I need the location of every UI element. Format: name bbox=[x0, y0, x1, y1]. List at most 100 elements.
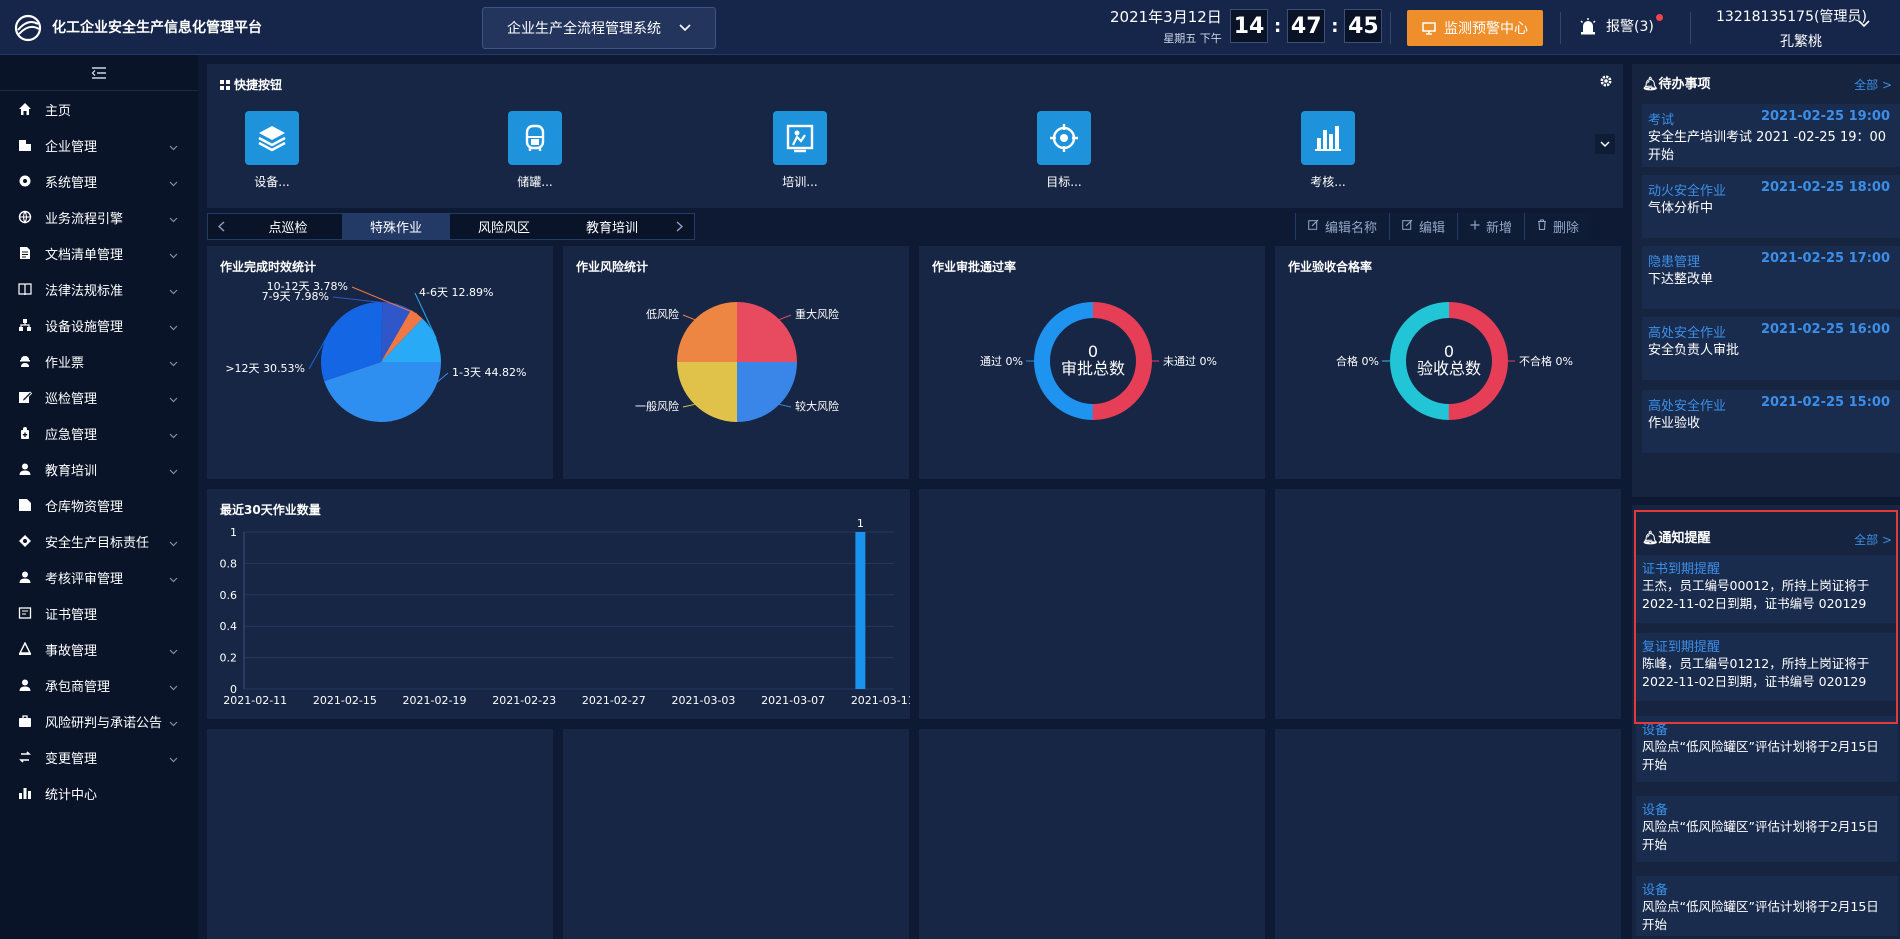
tab-action-button[interactable]: 新增 bbox=[1457, 213, 1525, 240]
sidebar-item[interactable]: 事故管理 bbox=[0, 631, 198, 667]
system-select[interactable]: 企业生产全流程管理系统 bbox=[482, 7, 716, 49]
weekday-text: 星期五 下午 bbox=[1163, 32, 1222, 45]
notice-text: 风险点“低风险罐区”评估计划将于2月15日开始 bbox=[1642, 899, 1879, 932]
todo-view-all-link[interactable]: 全部 > bbox=[1854, 76, 1892, 93]
todo-item[interactable]: 高处安全作业 2021-02-25 16:00 安全负责人审批 bbox=[1642, 317, 1900, 380]
notice-item[interactable]: 设备 风险点“低风险罐区”评估计划将于2月15日开始 bbox=[1636, 876, 1898, 936]
change-icon bbox=[18, 750, 32, 764]
empty-panel bbox=[919, 729, 1265, 939]
donut-left-label: 合格 0% bbox=[1336, 354, 1379, 368]
globe-icon bbox=[18, 210, 32, 224]
sidebar-item-label: 事故管理 bbox=[45, 643, 98, 659]
tab[interactable]: 点巡检 bbox=[234, 214, 342, 239]
tab[interactable]: 特殊作业 bbox=[342, 214, 450, 239]
pie-label: 10-12天 3.78% bbox=[267, 280, 348, 293]
quick-button[interactable]: 培训... bbox=[750, 111, 850, 190]
chart-title: 最近30天作业数量 bbox=[220, 503, 321, 517]
sidebar-item[interactable]: 承包商管理 bbox=[0, 667, 198, 703]
sidebar-item-label: 巡检管理 bbox=[45, 391, 98, 407]
todo-date: 2021-02-25 19:00 bbox=[1760, 109, 1890, 124]
todo-text: 下达整改单 bbox=[1648, 272, 1714, 287]
chevron-down-icon bbox=[169, 464, 178, 479]
tab-next-button[interactable] bbox=[666, 214, 692, 239]
tab-action-button[interactable]: 编辑名称 bbox=[1295, 213, 1390, 240]
sidebar-item[interactable]: 系统管理 bbox=[0, 163, 198, 199]
sidebar-item[interactable]: 统计中心 bbox=[0, 775, 198, 811]
sidebar-item[interactable]: 仓库物资管理 bbox=[0, 487, 198, 523]
notice-highlight-frame bbox=[1634, 510, 1898, 724]
settings-icon bbox=[18, 174, 32, 188]
tab[interactable]: 教育培训 bbox=[558, 214, 666, 239]
clock-separator: : bbox=[1274, 15, 1282, 37]
pie-slice bbox=[677, 362, 737, 422]
settings-gear-icon[interactable] bbox=[1599, 74, 1613, 88]
donut-left-label: 通过 0% bbox=[980, 355, 1023, 368]
quick-button-label: 目标... bbox=[1046, 175, 1082, 189]
quick-expand-button[interactable] bbox=[1595, 134, 1615, 154]
user-account[interactable]: 13218135175(管理员) bbox=[1716, 6, 1867, 26]
sidebar-item-label: 应急管理 bbox=[45, 427, 98, 443]
monitor-center-label: 监测预警中心 bbox=[1444, 21, 1528, 37]
tab[interactable]: 风险风区 bbox=[450, 214, 558, 239]
monitor-center-button[interactable]: 监测预警中心 bbox=[1407, 10, 1543, 46]
chevron-down-icon bbox=[1600, 140, 1610, 147]
todo-item[interactable]: 高处安全作业 2021-02-25 15:00 作业验收 bbox=[1642, 390, 1900, 453]
pie-leader-line bbox=[682, 403, 695, 408]
alarm-button[interactable]: 报警(3) bbox=[1578, 16, 1654, 36]
chevron-down-icon[interactable] bbox=[1858, 20, 1870, 28]
pie-label: 4-6天 12.89% bbox=[419, 286, 493, 299]
todo-category: 隐患管理 bbox=[1648, 255, 1701, 270]
quick-button[interactable]: 考核... bbox=[1278, 111, 1378, 190]
quick-button[interactable]: 目标... bbox=[1014, 111, 1114, 190]
sidebar-item[interactable]: 安全生产目标责任 bbox=[0, 523, 198, 559]
notice-item[interactable]: 设备 风险点“低风险罐区”评估计划将于2月15日开始 bbox=[1636, 796, 1898, 862]
sidebar-item[interactable]: 作业票 bbox=[0, 343, 198, 379]
todo-item[interactable]: 隐患管理 2021-02-25 17:00 下达整改单 bbox=[1642, 246, 1900, 309]
approval-chart-panel: 作业审批通过率 0 审批总数 通过 0% 未通过 0% bbox=[919, 246, 1265, 479]
sidebar-item[interactable]: 考核评审管理 bbox=[0, 559, 198, 595]
chevron-down-icon bbox=[169, 320, 178, 335]
sidebar-item[interactable]: 证书管理 bbox=[0, 595, 198, 631]
user-name[interactable]: 孔繁桃 bbox=[1780, 31, 1822, 51]
chevron-right-icon bbox=[676, 221, 683, 232]
home-icon bbox=[18, 102, 32, 116]
daily-count-bar-chart: 10.80.60.40.202021-02-11 2021-02-15 2021-0… bbox=[220, 517, 915, 707]
tab-action-label: 编辑 bbox=[1419, 221, 1446, 236]
tab-action-button[interactable]: 编辑 bbox=[1389, 213, 1458, 240]
grid-icon bbox=[220, 80, 230, 90]
tab-prev-button[interactable] bbox=[208, 214, 234, 239]
bar-chart-icon bbox=[18, 786, 32, 800]
x-tick-label: 2021-03-03 bbox=[672, 694, 736, 707]
quick-button[interactable]: 设备... bbox=[222, 111, 322, 190]
accident-icon bbox=[18, 642, 32, 656]
sidebar-item[interactable]: 业务流程引擎 bbox=[0, 199, 198, 235]
quick-button[interactable]: 储罐... bbox=[485, 111, 585, 190]
todo-category: 高处安全作业 bbox=[1648, 399, 1727, 414]
risk-pie-chart: 重大风险较大风险 一般风险 低风险 bbox=[635, 302, 839, 422]
quick-buttons-title: 快捷按钮 bbox=[220, 76, 282, 93]
bell-icon: 🔔︎ bbox=[1642, 77, 1659, 92]
pie-label: 重大风险 bbox=[795, 307, 839, 321]
layers-icon bbox=[245, 111, 299, 165]
donut-right-label: 未通过 0% bbox=[1163, 355, 1217, 368]
sidebar-item[interactable]: 风险研判与承诺公告 bbox=[0, 703, 198, 739]
sidebar-collapse-button[interactable] bbox=[0, 55, 198, 91]
todo-category: 考试 bbox=[1648, 113, 1675, 128]
chart-title: 作业完成时效统计 bbox=[220, 260, 317, 274]
pie-leader-line bbox=[779, 314, 792, 321]
sidebar-item[interactable]: 设备设施管理 bbox=[0, 307, 198, 343]
category-tabs: 点巡检 特殊作业 风险风区 教育培训 bbox=[207, 213, 695, 240]
todo-item[interactable]: 动火安全作业 2021-02-25 18:00 气体分析中 bbox=[1642, 175, 1900, 238]
notice-item[interactable]: 设备 风险点“低风险罐区”评估计划将于2月15日开始 bbox=[1636, 716, 1898, 782]
sidebar-item[interactable]: 主页 bbox=[0, 91, 198, 127]
todo-item[interactable]: 考试 2021-02-25 19:00 安全生产培训考试 2021 -02-25 1… bbox=[1642, 104, 1900, 167]
sidebar-item[interactable]: 巡检管理 bbox=[0, 379, 198, 415]
tab-action-button[interactable]: 删除 bbox=[1524, 213, 1592, 240]
approval-donut-chart: 0 审批总数 通过 0% 未通过 0% bbox=[980, 302, 1217, 420]
sidebar-item[interactable]: 教育培训 bbox=[0, 451, 198, 487]
sidebar-item[interactable]: 法律法规标准 bbox=[0, 271, 198, 307]
sidebar-item[interactable]: 企业管理 bbox=[0, 127, 198, 163]
sidebar-item[interactable]: 应急管理 bbox=[0, 415, 198, 451]
sidebar-item[interactable]: 变更管理 bbox=[0, 739, 198, 775]
sidebar-item[interactable]: 文档清单管理 bbox=[0, 235, 198, 271]
